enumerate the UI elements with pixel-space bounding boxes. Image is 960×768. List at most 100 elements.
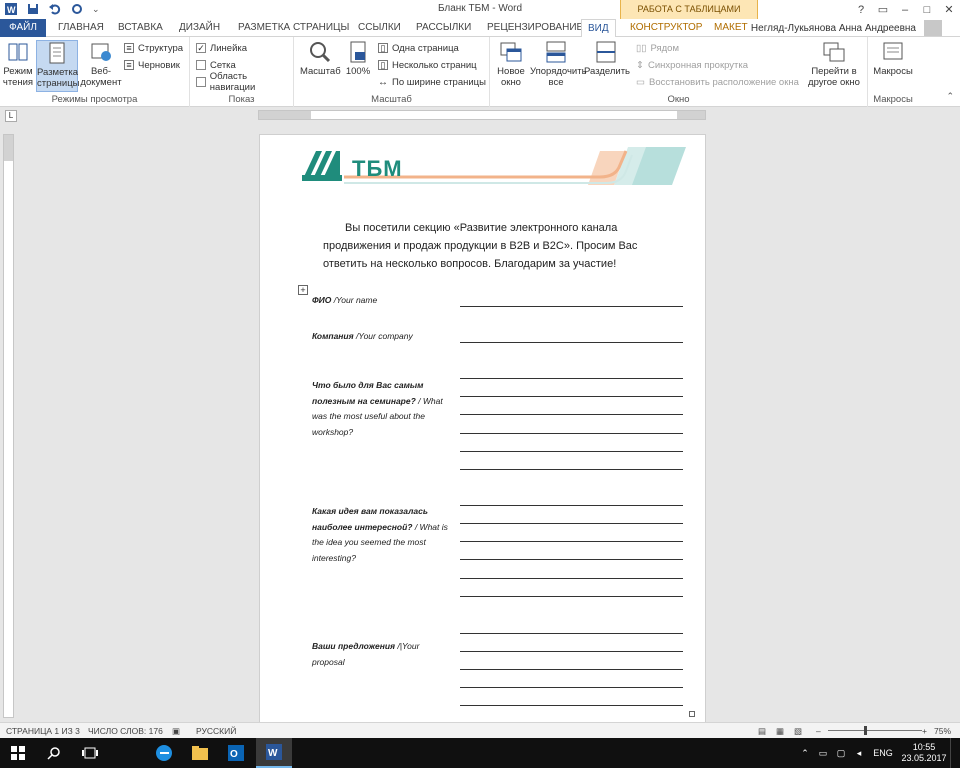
page-count[interactable]: СТРАНИЦА 1 ИЗ 3	[6, 726, 80, 736]
answer-line[interactable]	[460, 505, 683, 506]
zoom-label: Масштаб	[300, 66, 341, 77]
zoom-button[interactable]: Масштаб	[300, 40, 341, 77]
answer-line[interactable]	[460, 469, 683, 470]
answer-line[interactable]	[460, 705, 683, 706]
ribbon-display-icon[interactable]: ▭	[872, 0, 894, 19]
action-center-icon[interactable]: ▢	[832, 748, 850, 759]
avatar[interactable]	[924, 20, 942, 36]
answer-line[interactable]	[460, 559, 683, 560]
tab-table-layout[interactable]: МАКЕТ	[708, 19, 754, 37]
outlook-icon[interactable]: O	[218, 738, 254, 768]
multiple-pages-button[interactable]: ▯ Несколько страниц	[378, 58, 477, 72]
zoom-100-button[interactable]: 100%	[344, 40, 372, 77]
start-button[interactable]	[0, 738, 36, 768]
document-page[interactable]: ТБМ Вы посетили секцию «Развитие электро…	[259, 134, 706, 724]
page-width-label: По ширине страницы	[392, 76, 486, 88]
tab-view[interactable]: ВИД	[581, 19, 616, 38]
outline-button[interactable]: ≡ Структура	[124, 41, 183, 55]
show-desktop-button[interactable]	[950, 738, 960, 768]
reset-position-button[interactable]: ▭ Восстановить расположение окна	[636, 75, 799, 89]
show-hidden-icons-icon[interactable]: ⌃	[796, 748, 814, 759]
tab-mailings[interactable]: РАССЫЛКИ	[410, 19, 477, 37]
page-width-button[interactable]: ↔ По ширине страницы	[378, 75, 486, 89]
answer-line[interactable]	[460, 451, 683, 452]
read-mode-button[interactable]: Режим чтения	[2, 40, 34, 88]
split-button[interactable]: Разделить	[584, 40, 630, 77]
horizontal-ruler[interactable]	[258, 110, 706, 120]
edge-icon[interactable]	[146, 738, 182, 768]
word-taskbar-icon[interactable]: W	[256, 738, 292, 768]
answer-line[interactable]	[460, 396, 683, 397]
user-name[interactable]: Негляд-Лукьянова Анна Андреевна	[751, 23, 916, 34]
print-layout-view-icon[interactable]: ▦	[776, 726, 784, 737]
tab-table-design[interactable]: КОНСТРУКТОР	[624, 19, 708, 37]
zoom-level[interactable]: 75%	[934, 726, 951, 736]
table-resize-handle[interactable]	[689, 711, 695, 717]
file-explorer-icon[interactable]	[182, 738, 218, 768]
language-indicator[interactable]: РУССКИЙ	[196, 726, 236, 736]
vertical-ruler[interactable]	[3, 134, 14, 718]
title-bar: W ⌄ Бланк ТБМ - Word РАБОТА С ТАБЛИЦАМИ …	[0, 0, 960, 19]
search-icon[interactable]	[36, 738, 72, 768]
answer-line[interactable]	[460, 378, 683, 379]
arrange-all-button[interactable]: Упорядочить все	[530, 40, 587, 88]
tab-insert[interactable]: ВСТАВКА	[112, 19, 169, 37]
minimize-icon[interactable]: –	[894, 0, 916, 19]
ruler-checkbox[interactable]: ✓ Линейка	[196, 41, 247, 55]
field-idea-label: Какая идея вам показалась наиболее интер…	[312, 506, 448, 563]
answer-line[interactable]	[460, 433, 683, 434]
tab-page-layout[interactable]: РАЗМЕТКА СТРАНИЦЫ	[232, 19, 355, 37]
new-window-button[interactable]: Новое окно	[494, 40, 528, 88]
tab-review[interactable]: РЕЦЕНЗИРОВАНИЕ	[481, 19, 589, 37]
tab-selector[interactable]: L	[5, 110, 17, 122]
sync-scroll-button[interactable]: ⇕ Синхронная прокрутка	[636, 58, 748, 72]
answer-line[interactable]	[460, 687, 683, 688]
answer-line[interactable]	[460, 633, 683, 634]
answer-line[interactable]	[460, 541, 683, 542]
answer-line[interactable]	[460, 596, 683, 597]
zoom-in-icon[interactable]: +	[922, 726, 927, 736]
tab-file[interactable]: ФАЙЛ	[0, 19, 46, 37]
answer-line[interactable]	[460, 414, 683, 415]
answer-line[interactable]	[460, 342, 683, 343]
help-icon[interactable]: ?	[850, 0, 872, 19]
new-window-label: Новое окно	[497, 66, 525, 88]
web-layout-view-icon[interactable]: ▧	[794, 726, 802, 737]
tab-home[interactable]: ГЛАВНАЯ	[52, 19, 110, 37]
side-by-side-button[interactable]: ▯▯ Рядом	[636, 41, 679, 55]
answer-line[interactable]	[460, 306, 683, 307]
table-move-handle[interactable]: +	[298, 285, 308, 295]
print-layout-button[interactable]: Разметка страницы	[36, 40, 80, 92]
answer-line[interactable]	[460, 651, 683, 652]
input-language[interactable]: ENG	[868, 748, 898, 758]
tab-references[interactable]: ССЫЛКИ	[352, 19, 407, 37]
web-layout-button[interactable]: Веб- документ	[80, 40, 122, 88]
taskbar: O W ⌃ ▭ ▢ ◂ ENG 10:55 23.05.2017	[0, 738, 960, 768]
clock[interactable]: 10:55 23.05.2017	[898, 742, 950, 764]
read-mode-view-icon[interactable]: ▤	[758, 726, 766, 737]
task-view-icon[interactable]	[72, 738, 108, 768]
nav-pane-checkbox[interactable]: Область навигации	[196, 71, 293, 93]
zoom-out-icon[interactable]: –	[816, 726, 821, 736]
grid-checkbox[interactable]: Сетка	[196, 58, 236, 72]
intro-paragraph[interactable]: Вы посетили секцию «Развитие электронног…	[323, 219, 679, 273]
answer-line[interactable]	[460, 669, 683, 670]
answer-line[interactable]	[460, 578, 683, 579]
answer-line[interactable]	[460, 523, 683, 524]
draft-button[interactable]: ≡ Черновик	[124, 58, 180, 72]
close-icon[interactable]: ✕	[938, 0, 960, 19]
macros-button[interactable]: Макросы	[872, 40, 914, 77]
switch-windows-button[interactable]: Перейти в другое окно	[806, 40, 862, 88]
word-count[interactable]: ЧИСЛО СЛОВ: 176	[88, 726, 163, 736]
tab-design[interactable]: ДИЗАЙН	[173, 19, 226, 37]
zoom-slider[interactable]	[828, 730, 922, 731]
proofing-icon[interactable]: ▣	[172, 726, 180, 737]
maximize-icon[interactable]: □	[916, 0, 938, 19]
collapse-ribbon-icon[interactable]: ⌃	[946, 91, 954, 102]
group-views-label: Режимы просмотра	[51, 94, 138, 105]
one-page-button[interactable]: ▯ Одна страница	[378, 41, 459, 55]
svg-text:O: O	[230, 749, 238, 760]
volume-icon[interactable]: ◂	[850, 748, 868, 759]
network-icon[interactable]: ▭	[814, 748, 832, 759]
zoom-slider-thumb[interactable]	[864, 726, 867, 735]
